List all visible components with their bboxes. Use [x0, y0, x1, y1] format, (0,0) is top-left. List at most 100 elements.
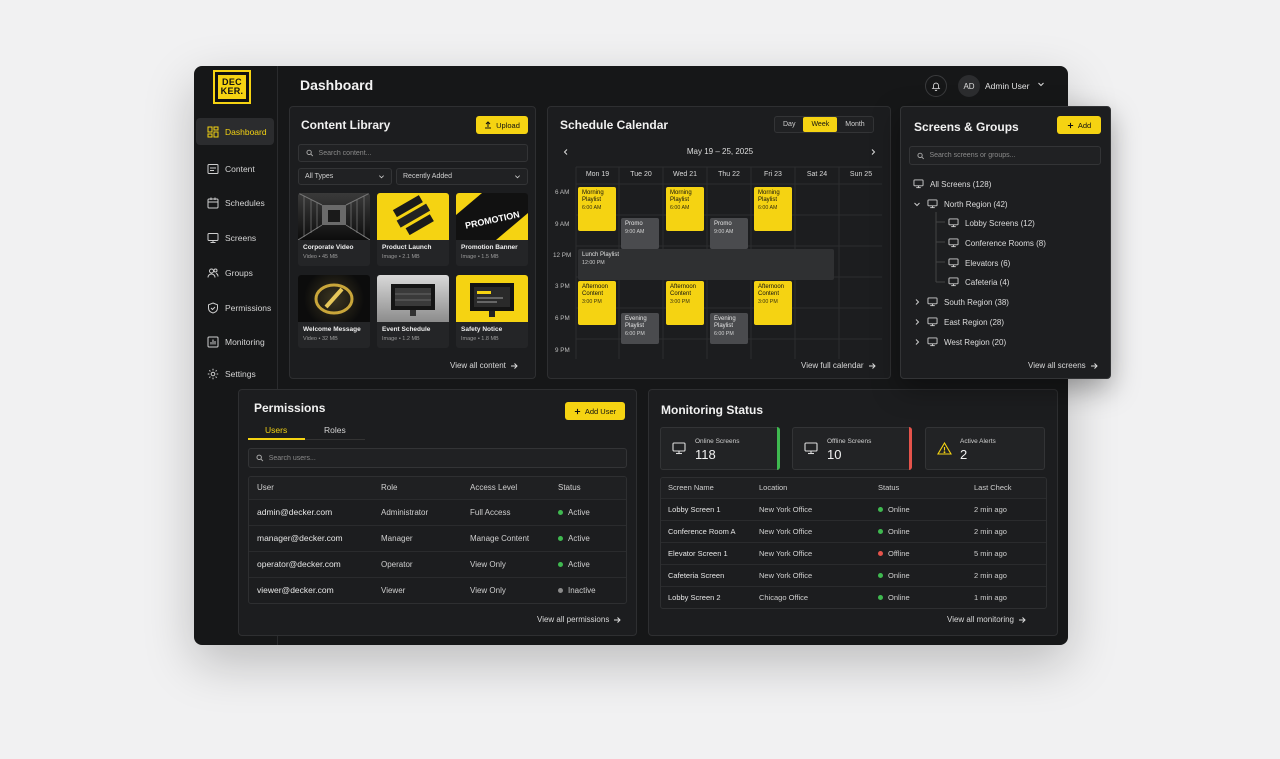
- status-text: Offline: [888, 548, 910, 558]
- table-row[interactable]: Conference Room A New York Office Online…: [661, 520, 1046, 543]
- view-all-content-link[interactable]: View all content: [450, 361, 518, 370]
- table-row[interactable]: Lobby Screen 2 Chicago Office Online 1 m…: [661, 586, 1046, 608]
- tree-item-lobby-screens[interactable]: Lobby Screens (12): [948, 218, 1035, 228]
- tree-label: Conference Rooms (8): [965, 238, 1046, 248]
- chevron-down-icon[interactable]: [1037, 80, 1045, 88]
- view-all-monitoring-link[interactable]: View all monitoring: [947, 615, 1026, 624]
- event-morning-playlist[interactable]: Morning Playlist 6:00 AM: [578, 187, 616, 231]
- tree-item-elevators[interactable]: Elevators (6): [948, 258, 1010, 268]
- search-input[interactable]: [318, 149, 527, 157]
- tree-label: Cafeteria (4): [965, 277, 1010, 287]
- monitoring-title: Monitoring Status: [661, 403, 763, 417]
- tree-item-south-region[interactable]: South Region (38): [913, 297, 1009, 307]
- event-evening-playlist[interactable]: Evening Playlist 6:00 PM: [710, 313, 748, 344]
- sidebar-item-screens[interactable]: Screens: [196, 224, 274, 251]
- sidebar-item-content[interactable]: Content: [196, 155, 274, 182]
- active-tab-indicator: [248, 438, 305, 440]
- offline-screens-stat[interactable]: Offline Screens 10: [792, 427, 912, 470]
- chevron-right-icon[interactable]: [913, 298, 921, 306]
- sidebar-item-groups[interactable]: Groups: [196, 259, 274, 286]
- tree-item-all-screens[interactable]: All Screens (128): [913, 179, 991, 189]
- welcome-message-thumbnail: [298, 275, 370, 322]
- table-row[interactable]: Elevator Screen 1 New York Office Offlin…: [661, 542, 1046, 565]
- tree-item-west-region[interactable]: West Region (20): [913, 337, 1006, 347]
- content-card[interactable]: Corporate Video Video • 45 MB: [298, 193, 370, 266]
- content-library-panel: Content Library Upload All Types Recentl…: [289, 106, 536, 379]
- user-access: Manage Content: [470, 525, 558, 552]
- table-row[interactable]: operator@decker.com Operator View Only A…: [249, 551, 626, 578]
- search-input[interactable]: [268, 454, 626, 462]
- view-full-calendar-link[interactable]: View full calendar: [801, 361, 876, 370]
- type-filter-select[interactable]: All Types: [298, 168, 392, 185]
- column-header: Status: [878, 478, 974, 499]
- event-afternoon-content[interactable]: Afternoon Content 3:00 PM: [754, 281, 792, 325]
- content-card[interactable]: Welcome Message Video • 32 MB: [298, 275, 370, 348]
- tree-item-cafeteria[interactable]: Cafeteria (4): [948, 277, 1009, 287]
- status-badge: Offline: [878, 542, 974, 565]
- avatar[interactable]: AD: [958, 75, 980, 97]
- sidebar-item-settings[interactable]: Settings: [196, 360, 274, 387]
- notifications-button[interactable]: [925, 75, 947, 97]
- content-search[interactable]: [298, 144, 528, 162]
- schedule-calendar-panel: Schedule Calendar Day Week Month May 19 …: [547, 106, 891, 379]
- sidebar-item-label: Groups: [225, 267, 253, 278]
- content-card[interactable]: Event Schedule Image • 1.2 MB: [377, 275, 449, 348]
- screen-location: Chicago Office: [759, 592, 809, 602]
- tree-item-east-region[interactable]: East Region (28): [913, 317, 1004, 327]
- view-all-monitoring-label: View all monitoring: [947, 615, 1014, 624]
- content-card[interactable]: Product Launch Image • 2.1 MB: [377, 193, 449, 266]
- table-row[interactable]: Lobby Screen 1 New York Office Online 2 …: [661, 498, 1046, 521]
- sort-filter-select[interactable]: Recently Added: [396, 168, 528, 185]
- tab-roles[interactable]: Roles: [324, 425, 346, 435]
- online-screens-stat[interactable]: Online Screens 118: [660, 427, 780, 470]
- active-alerts-stat[interactable]: Active Alerts 2: [925, 427, 1045, 470]
- event-morning-playlist[interactable]: Morning Playlist 6:00 AM: [754, 187, 792, 231]
- content-card[interactable]: PROMOTION Promotion Banner Image • 1.5 M…: [456, 193, 528, 266]
- content-card[interactable]: Safety Notice Image • 1.8 MB: [456, 275, 528, 348]
- tree-item-conference-rooms[interactable]: Conference Rooms (8): [948, 238, 1046, 248]
- day-header: Thu 22: [718, 171, 740, 178]
- users-icon: [207, 268, 219, 278]
- stat-value: 10: [827, 447, 842, 462]
- table-row[interactable]: Cafeteria Screen New York Office Online …: [661, 564, 1046, 587]
- table-row[interactable]: admin@decker.com Administrator Full Acce…: [249, 499, 626, 526]
- tab-users[interactable]: Users: [265, 425, 287, 435]
- upload-button[interactable]: Upload: [476, 116, 528, 134]
- sidebar-item-monitoring[interactable]: Monitoring: [196, 328, 274, 355]
- last-check: 5 min ago: [974, 542, 1046, 565]
- user-search[interactable]: [248, 448, 627, 468]
- calendar-icon: [207, 197, 219, 208]
- status-dot: [558, 561, 563, 567]
- table-row[interactable]: manager@decker.com Manager Manage Conten…: [249, 525, 626, 552]
- event-promo[interactable]: Promo 9:00 AM: [621, 218, 659, 249]
- decker-logo[interactable]: DEC KER.: [213, 70, 251, 104]
- chevron-down-icon[interactable]: [913, 200, 921, 208]
- table-row[interactable]: viewer@decker.com Viewer View Only Inact…: [249, 577, 626, 603]
- corporate-video-thumbnail: [298, 193, 370, 240]
- event-afternoon-content[interactable]: Afternoon Content 3:00 PM: [578, 281, 616, 325]
- chevron-right-icon[interactable]: [913, 338, 921, 346]
- monitor-icon: [927, 199, 938, 209]
- search-icon: [256, 454, 264, 462]
- monitoring-panel: Monitoring Status Online Screens 118 Off…: [648, 389, 1058, 636]
- sidebar-item-permissions[interactable]: Permissions: [196, 294, 274, 321]
- event-promo[interactable]: Promo 9:00 AM: [710, 218, 748, 249]
- user-name[interactable]: Admin User: [985, 81, 1029, 91]
- status-text: Online: [888, 570, 910, 580]
- screens-status-table: Screen Name Location Status Last Check L…: [660, 477, 1047, 609]
- view-all-screens-label: View all screens: [1028, 361, 1086, 370]
- chevron-right-icon[interactable]: [913, 318, 921, 326]
- event-morning-playlist[interactable]: Morning Playlist 6:00 AM: [666, 187, 704, 231]
- add-user-button[interactable]: Add User: [565, 402, 625, 420]
- event-lunch-playlist[interactable]: Lunch Playlist 12:00 PM: [578, 249, 834, 280]
- event-afternoon-content[interactable]: Afternoon Content 3:00 PM: [666, 281, 704, 325]
- view-all-permissions-link[interactable]: View all permissions: [537, 615, 622, 624]
- sidebar-item-schedules[interactable]: Schedules: [196, 189, 274, 216]
- view-all-screens-link[interactable]: View all screens: [1028, 361, 1098, 370]
- screen-name: Lobby Screen 1: [661, 498, 759, 521]
- tree-item-north-region[interactable]: North Region (42): [913, 199, 1008, 209]
- event-evening-playlist[interactable]: Evening Playlist 6:00 PM: [621, 313, 659, 344]
- sidebar-item-dashboard[interactable]: Dashboard: [196, 118, 274, 145]
- event-time: 3:00 PM: [758, 299, 778, 305]
- shield-icon: [208, 301, 218, 314]
